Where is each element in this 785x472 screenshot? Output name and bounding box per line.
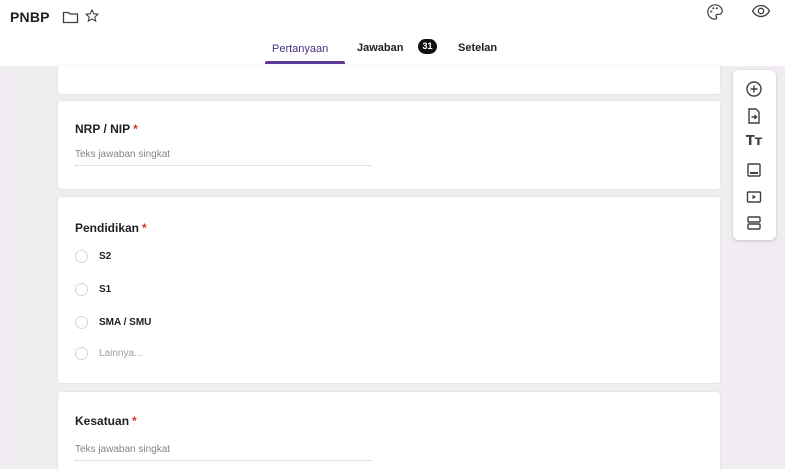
tab-questions[interactable]: Pertanyaan	[272, 43, 328, 55]
answer-underline	[75, 165, 371, 166]
add-title-glyph: Tт	[745, 134, 763, 149]
add-section-icon[interactable]	[743, 212, 765, 234]
required-asterisk: *	[133, 122, 138, 136]
import-questions-icon[interactable]	[743, 105, 765, 127]
question-title: NRP / NIP *	[75, 122, 138, 136]
radio-button[interactable]	[75, 250, 88, 263]
option-label: S2	[99, 251, 112, 262]
add-image-icon[interactable]	[743, 159, 765, 181]
question-title-text: NRP / NIP	[75, 122, 131, 136]
option-label: SMA / SMU	[99, 317, 152, 328]
required-asterisk: *	[132, 414, 137, 428]
short-answer-placeholder: Teks jawaban singkat	[75, 149, 171, 160]
add-title-icon[interactable]: Tт	[743, 132, 765, 154]
question-title-text: Pendidikan	[75, 221, 140, 235]
eye-icon[interactable]	[751, 4, 771, 23]
radio-button[interactable]	[75, 316, 88, 329]
question-card-kesatuan[interactable]: Kesatuan * Teks jawaban singkat	[58, 392, 720, 472]
palette-icon[interactable]	[706, 3, 724, 26]
add-question-icon[interactable]	[743, 78, 765, 100]
star-icon[interactable]	[84, 8, 100, 29]
question-title: Kesatuan *	[75, 414, 137, 428]
question-title: Pendidikan *	[75, 221, 147, 235]
short-answer-placeholder: Teks jawaban singkat	[75, 444, 171, 455]
responses-count-badge: 31	[418, 39, 437, 54]
folder-icon[interactable]	[62, 10, 79, 29]
top-bar: PNBP Pertanyaan Jawaban 31 Setelan	[0, 0, 785, 66]
question-title-text: Kesatuan	[75, 414, 130, 428]
form-title[interactable]: PNBP	[10, 9, 50, 25]
radio-button[interactable]	[75, 283, 88, 296]
answer-underline	[75, 460, 371, 461]
add-video-icon[interactable]	[743, 186, 765, 208]
form-header-card[interactable]	[58, 66, 720, 94]
option-label: Lainnya...	[99, 348, 143, 359]
tab-responses[interactable]: Jawaban	[357, 42, 403, 54]
tab-settings[interactable]: Setelan	[458, 42, 497, 54]
option-label: S1	[99, 284, 112, 295]
radio-button[interactable]	[75, 347, 88, 360]
required-asterisk: *	[142, 221, 147, 235]
question-card-pendidikan[interactable]: Pendidikan * S2 S1 SMA / SMU Lainnya...	[58, 197, 720, 383]
question-card-nrp-nip[interactable]: NRP / NIP * Teks jawaban singkat	[58, 101, 720, 189]
active-tab-indicator	[265, 61, 345, 64]
floating-toolbar: Tт	[733, 70, 776, 240]
